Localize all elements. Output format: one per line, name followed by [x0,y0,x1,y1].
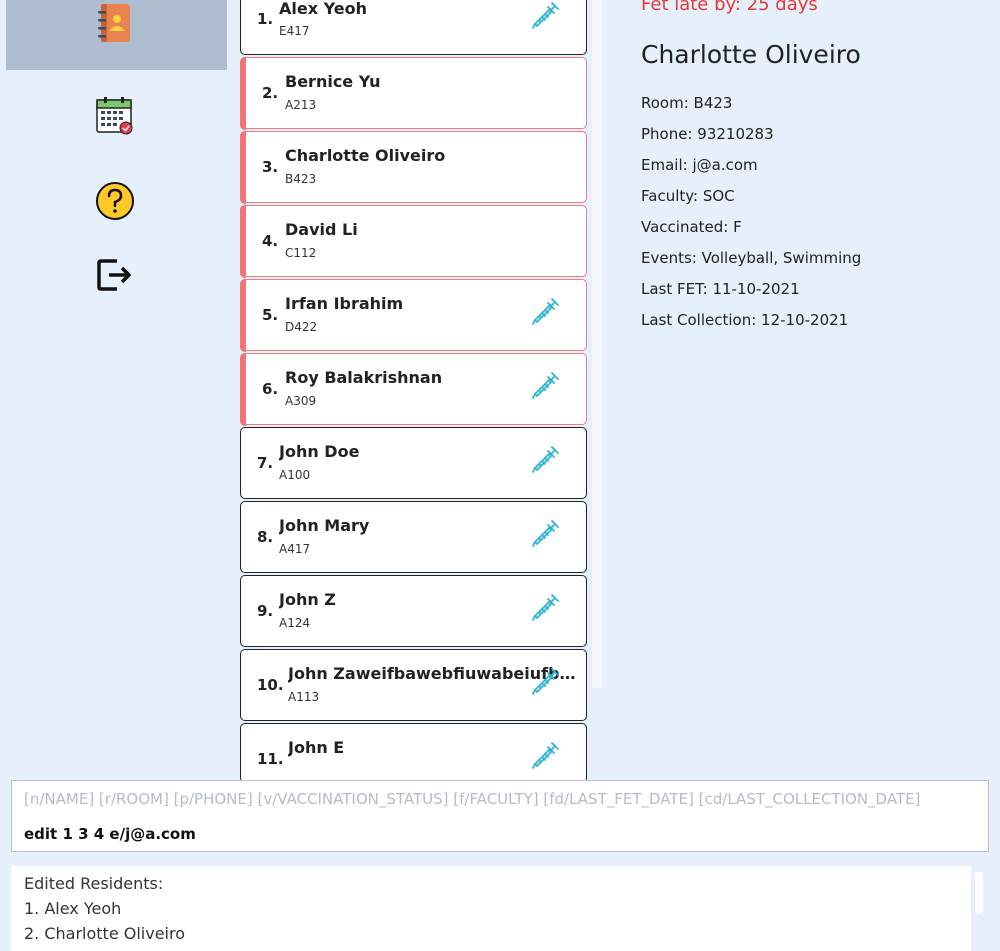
exit-icon[interactable] [95,255,135,295]
resident-name: John Mary [279,516,370,535]
result-display: Edited Residents: 1. Alex Yeoh 2. Charlo… [11,866,971,951]
resident-name: John Doe [279,442,360,461]
resident-room: A309 [285,394,317,408]
syringe-icon [532,594,559,621]
details-vaccinated: Vaccinated: F [641,218,742,236]
resident-index: 8. [257,528,274,546]
resident-card[interactable]: 7. John Doe A100 [240,427,587,499]
resident-room: A213 [285,98,317,112]
list-scrollbar[interactable] [592,0,602,688]
details-room: Room: B423 [641,94,733,112]
resident-index: 6. [262,380,279,398]
resident-name: Roy Balakrishnan [285,368,443,387]
resident-card[interactable]: 5. Irfan Ibrahim D422 [239,278,587,352]
resident-name: Alex Yeoh [279,0,367,18]
resident-index: 4. [262,232,279,250]
result-scrollbar[interactable] [975,872,983,914]
resident-index: 10. [257,676,284,694]
details-phone: Phone: 93210283 [641,125,774,143]
resident-card[interactable]: 6. Roy Balakrishnan A309 [239,352,587,426]
resident-card[interactable]: 4. David Li C112 [239,204,587,278]
resident-room: D422 [285,320,318,334]
resident-card[interactable]: 8. John Mary A417 [240,501,587,573]
result-line: 2. Charlotte Oliveiro [24,924,186,943]
resident-room: A113 [288,690,320,704]
result-line: 1. Alex Yeoh [24,899,122,918]
resident-name: John Z [279,590,336,609]
syringe-icon [532,446,559,473]
resident-card[interactable]: 3. Charlotte Oliveiro B423 [239,130,587,204]
resident-name: John E [288,738,345,757]
syringe-icon [532,520,559,547]
details-email: Email: j@a.com [641,156,758,174]
resident-card[interactable]: 10.John Zaweifbawebfiuwabeiufbiauwebfiua… [240,649,587,721]
resident-name: Irfan Ibrahim [285,294,404,313]
resident-room: A124 [279,616,311,630]
syringe-icon [532,742,559,769]
details-name: Charlotte Oliveiro [641,40,861,69]
resident-card[interactable]: 9. John Z A124 [240,575,587,647]
sidebar [0,0,232,770]
details-events: Events: Volleyball, Swimming [641,249,862,267]
resident-index: 11. [257,750,284,768]
command-input[interactable]: edit 1 3 4 e/j@a.com [24,825,196,843]
resident-index: 9. [257,602,274,620]
fet-late-alert: Fet late by: 25 days [641,0,818,15]
details-last-fet: Last FET: 11-10-2021 [641,280,800,298]
help-icon[interactable] [95,181,135,221]
resident-index: 7. [257,454,274,472]
resident-card[interactable]: 11. John E [240,723,587,783]
details-last-collection: Last Collection: 12-10-2021 [641,311,849,329]
resident-name: David Li [285,220,358,239]
syringe-icon [532,372,559,399]
resident-name: Bernice Yu [285,72,381,91]
resident-room: B423 [285,172,317,186]
resident-index: 5. [262,306,279,324]
resident-details-panel [615,0,1000,770]
details-faculty: Faculty: SOC [641,187,735,205]
resident-room: E417 [279,24,310,38]
result-line: Edited Residents: [24,874,164,893]
command-placeholder: [n/NAME] [r/ROOM] [p/PHONE] [v/VACCINATI… [24,790,921,808]
resident-room: A100 [279,468,311,482]
resident-index: 2. [262,84,279,102]
resident-index: 3. [262,158,279,176]
address-book-icon[interactable] [95,3,135,43]
resident-index: 1. [257,10,274,28]
command-box[interactable]: [n/NAME] [r/ROOM] [p/PHONE] [v/VACCINATI… [11,780,989,852]
resident-name: Charlotte Oliveiro [285,146,446,165]
resident-card[interactable]: 1. Alex Yeoh E417 [240,0,587,55]
syringe-icon [532,2,559,29]
syringe-icon [532,668,559,695]
resident-room: A417 [279,542,311,556]
resident-card[interactable]: 2. Bernice Yu A213 [239,56,587,130]
resident-room: C112 [285,246,317,260]
calendar-icon[interactable] [95,96,135,136]
syringe-icon [532,298,559,325]
